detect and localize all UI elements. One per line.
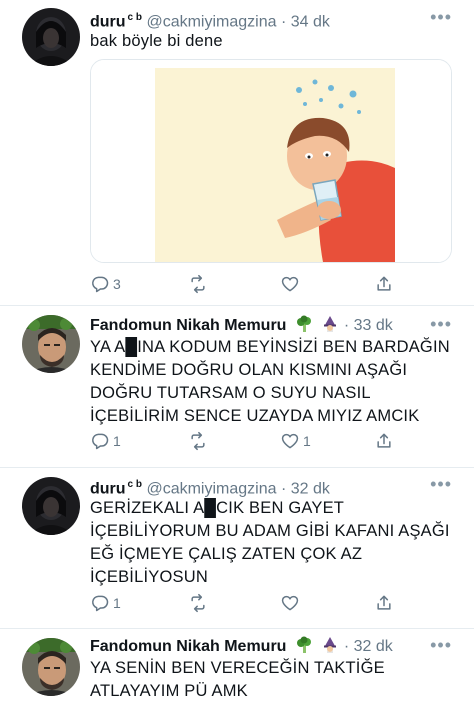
drinking-cartoon-image	[91, 60, 451, 262]
tweet-actions: 3	[90, 272, 410, 296]
author-badge: c b	[127, 12, 142, 23]
tweet-time[interactable]: 34 dk	[291, 13, 330, 30]
author-name[interactable]: duru	[90, 13, 126, 30]
reply-button[interactable]: 1	[90, 429, 121, 453]
separator-dot: ·	[343, 317, 350, 334]
avatar-fandomun[interactable]	[22, 315, 80, 373]
reply-count: 1	[113, 433, 121, 449]
tweet-text: GERİZEKALI A█CIK BEN GAYET İÇEBİLİYORUM …	[90, 499, 450, 586]
reply-icon	[92, 595, 109, 612]
tweet-text: YA A█INA KODUM BEYİNSİZİ BEN BARDAĞIN KE…	[90, 338, 450, 425]
author-handle[interactable]: @cakmiyimagzina	[146, 13, 276, 30]
reply-icon	[92, 276, 109, 293]
separator-dot: ·	[343, 638, 350, 655]
tweet-1[interactable]: duru c b @cakmiyimagzina · 34 dk ••• bak …	[0, 0, 474, 305]
retweet-button[interactable]	[188, 429, 208, 453]
tweet-actions: 1 1	[90, 429, 410, 453]
like-icon	[281, 433, 299, 449]
tweet-time[interactable]: 32 dk	[291, 480, 330, 497]
retweet-icon	[191, 431, 205, 451]
tweet-header: duru c b @cakmiyimagzina · 32 dk	[90, 475, 330, 499]
more-options-icon[interactable]: •••	[430, 475, 452, 493]
separator-dot: ·	[280, 480, 287, 498]
tweet-image[interactable]	[90, 59, 452, 263]
reply-button[interactable]: 1	[90, 591, 121, 615]
share-icon	[377, 433, 391, 448]
tweet-text: bak böyle bi dene	[90, 32, 223, 50]
tweet-4[interactable]: Fandomun Nikah Memuru · 32 dk ••• YA SEN…	[0, 628, 474, 702]
like-button[interactable]: 1	[280, 429, 311, 453]
avatar-duru[interactable]	[22, 8, 80, 66]
retweet-button[interactable]	[188, 591, 208, 615]
author-badge: c b	[127, 479, 142, 490]
more-options-icon[interactable]: •••	[430, 8, 452, 26]
more-options-icon[interactable]: •••	[430, 636, 452, 654]
tweet-actions: 1	[90, 591, 410, 615]
reply-count: 1	[113, 595, 121, 611]
tweet-header: duru c b @cakmiyimagzina · 34 dk	[90, 8, 330, 32]
tweet-time[interactable]: 33 dk	[354, 317, 393, 334]
share-button[interactable]	[374, 272, 394, 296]
share-button[interactable]	[374, 591, 394, 615]
like-button[interactable]	[280, 591, 303, 615]
author-name[interactable]: Fandomun Nikah Memuru	[90, 638, 286, 655]
retweet-button[interactable]	[188, 272, 208, 296]
avatar-duru[interactable]	[22, 477, 80, 535]
tweet-text: YA SENİN BEN VERECEĞİN TAKTİĞE ATLAYAYIM…	[90, 659, 385, 700]
more-options-icon[interactable]: •••	[430, 315, 452, 333]
share-icon	[377, 595, 391, 610]
retweet-icon	[191, 274, 205, 294]
retweet-icon	[191, 593, 205, 613]
author-handle[interactable]: @cakmiyimagzina	[146, 480, 276, 497]
author-name[interactable]: Fandomun Nikah Memuru	[90, 317, 286, 334]
share-icon	[377, 276, 391, 291]
reply-count: 3	[113, 276, 121, 292]
like-icon	[281, 276, 299, 292]
tweet-2[interactable]: Fandomun Nikah Memuru · 33 dk ••• YA A█I…	[0, 305, 474, 467]
like-icon	[281, 595, 299, 611]
like-button[interactable]	[280, 272, 303, 296]
separator-dot: ·	[280, 13, 287, 31]
reply-icon	[92, 433, 109, 450]
share-button[interactable]	[374, 429, 394, 453]
avatar-fandomun[interactable]	[22, 638, 80, 696]
reply-button[interactable]: 3	[90, 272, 121, 296]
author-name[interactable]: duru	[90, 480, 126, 497]
tweet-3[interactable]: duru c b @cakmiyimagzina · 32 dk ••• GERİ…	[0, 467, 474, 628]
like-count: 1	[303, 433, 311, 449]
tweet-time[interactable]: 32 dk	[354, 638, 393, 655]
